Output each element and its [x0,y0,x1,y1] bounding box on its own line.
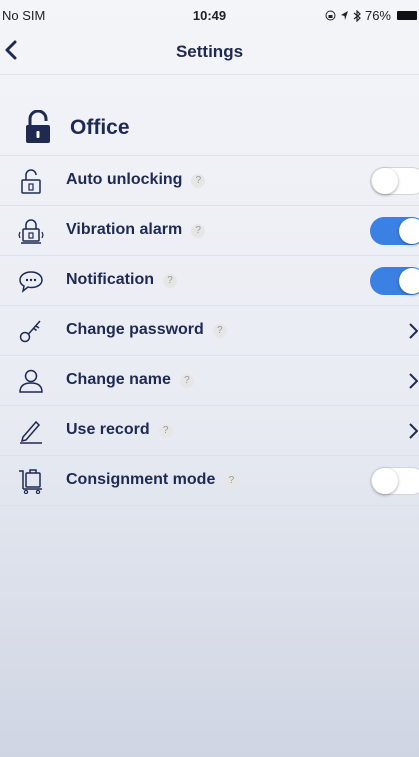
toggle-knob [372,468,398,494]
setting-use-record[interactable]: Use record? [0,406,419,456]
setting-label: Change password? [66,321,227,339]
setting-label: Change name? [66,371,194,389]
key-icon [19,320,41,343]
vibration-lock-icon [18,219,44,244]
setting-auto-unlocking: Auto unlocking? [0,156,419,206]
battery-icon [397,11,417,20]
status-indicators: 76% [325,8,417,23]
bluetooth-icon [353,9,361,22]
notification-toggle[interactable] [370,267,419,295]
help-icon[interactable]: ? [212,324,227,338]
toggle-knob [399,268,419,294]
help-icon[interactable]: ? [163,274,177,288]
setting-vibration-alarm: Vibration alarm? [0,206,419,256]
chevron-right-icon [409,423,418,439]
location-icon [340,11,348,20]
setting-change-password[interactable]: Change password? [0,306,419,356]
vibration-alarm-toggle[interactable] [370,217,419,245]
help-icon[interactable]: ? [158,424,173,438]
setting-label: Vibration alarm? [66,221,206,239]
help-icon[interactable]: ? [191,174,206,188]
person-icon [19,369,43,393]
settings-list: Auto unlocking? Vibration alarm? Notific… [0,155,419,506]
auto-unlocking-toggle[interactable] [370,167,419,195]
consignment-mode-toggle[interactable] [370,467,419,495]
chevron-right-icon [409,323,418,339]
lock-rotation-icon [325,10,336,21]
cart-icon [19,469,42,494]
setting-notification: Notification? [0,256,419,306]
help-icon[interactable]: ? [191,224,206,238]
lock-header: Office [0,98,419,158]
help-icon[interactable]: ? [179,374,194,388]
setting-change-name[interactable]: Change name? [0,356,419,406]
help-icon[interactable]: ? [224,474,239,488]
battery-percent: 76% [364,8,391,23]
status-bar: No SIM 10:49 76% [0,0,419,26]
lock-name: Office [70,116,130,139]
chevron-right-icon [409,373,418,389]
nav-bar: Settings [0,26,419,75]
setting-label: Notification? [66,271,177,289]
page-title: Settings [175,42,244,61]
toggle-knob [399,218,419,244]
setting-label: Consignment mode? [66,471,239,489]
setting-label: Auto unlocking? [66,171,206,189]
setting-consignment-mode: Consignment mode? [0,456,419,506]
toggle-knob [372,168,398,194]
lock-icon [26,110,50,143]
chat-bubble-icon [19,271,43,293]
unlock-icon [21,169,41,194]
pen-icon [20,420,42,444]
setting-label: Use record? [66,421,173,439]
